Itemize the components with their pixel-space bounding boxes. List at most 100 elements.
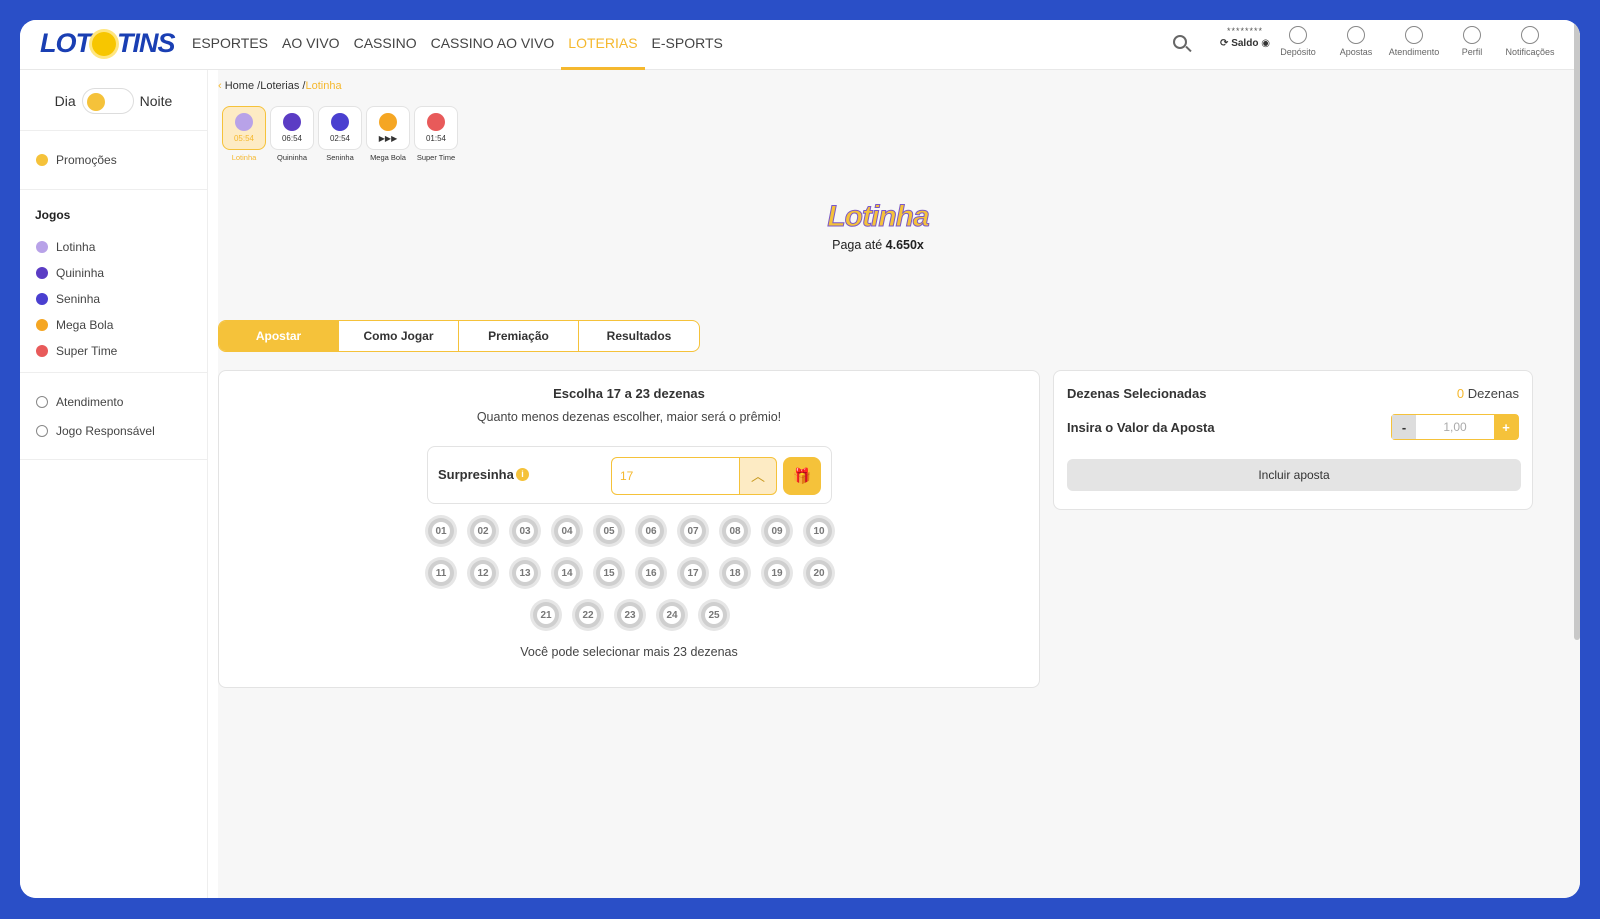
header-bell[interactable]: Notificações: [1504, 26, 1556, 57]
night-label: Noite: [139, 93, 173, 109]
nav-cassino[interactable]: CASSINO: [347, 20, 424, 70]
number-ball[interactable]: 14: [554, 560, 580, 586]
surpresinha-label: Surpresinha: [438, 467, 514, 482]
number-label: 09: [768, 522, 786, 540]
back-chevron-icon[interactable]: ‹: [218, 80, 222, 92]
game-tile-super-time[interactable]: 01:54 Super Time: [414, 106, 458, 162]
value-stepper: - 1,00 +: [1391, 414, 1519, 440]
game-icon: [36, 267, 48, 279]
gift-icon[interactable]: 🎁: [783, 457, 821, 495]
tab-como-jogar[interactable]: Como Jogar: [339, 321, 459, 351]
tab-apostar[interactable]: Apostar: [219, 321, 339, 351]
minus-button[interactable]: -: [1392, 415, 1416, 439]
sidebar-item-support-1[interactable]: Jogo Responsável: [20, 416, 207, 445]
game-timer: 05:54: [233, 134, 255, 143]
pay-value: 4.650x: [885, 238, 924, 252]
number-ball[interactable]: 08: [722, 518, 748, 544]
nav-cassino-ao-vivo[interactable]: CASSINO AO VIVO: [424, 20, 562, 70]
sidebar-item-promocoes[interactable]: Promoções: [20, 147, 207, 173]
surpresinha-input[interactable]: [611, 457, 741, 495]
tab-resultados[interactable]: Resultados: [579, 321, 699, 351]
more-suffix: dezenas: [690, 645, 738, 659]
globe-icon: [36, 424, 48, 437]
number-ball[interactable]: 02: [470, 518, 496, 544]
nav-ao-vivo[interactable]: AO VIVO: [275, 20, 347, 70]
game-name: Mega Bola: [370, 153, 406, 162]
game-name: Super Time: [416, 153, 456, 162]
sidebar-item-support-0[interactable]: Atendimento: [20, 387, 207, 416]
bet-card: Escolha 17 a 23 dezenas Quanto menos dez…: [218, 370, 1040, 688]
number-label: 25: [705, 606, 723, 624]
number-ball[interactable]: 17: [680, 560, 706, 586]
game-tile-seninha[interactable]: 02:54 Seninha: [318, 106, 362, 162]
header-deposit[interactable]: Depósito: [1272, 26, 1324, 57]
theme-switch[interactable]: [81, 88, 134, 114]
include-bet-button[interactable]: Incluir aposta: [1067, 459, 1521, 491]
number-ball[interactable]: 24: [659, 602, 685, 628]
logo[interactable]: LOT TINS: [40, 28, 176, 59]
crumb-home[interactable]: Home: [225, 80, 254, 92]
number-ball[interactable]: 18: [722, 560, 748, 586]
number-ball[interactable]: 16: [638, 560, 664, 586]
number-label: 22: [579, 606, 597, 624]
number-ball[interactable]: 05: [596, 518, 622, 544]
header-bets[interactable]: Apostas: [1330, 26, 1382, 57]
logo-text-left: LOT: [40, 28, 92, 58]
header-support[interactable]: Atendimento: [1388, 26, 1440, 57]
crumb-loterias[interactable]: Loterias: [260, 80, 299, 92]
game-name: Seninha: [326, 153, 354, 162]
game-logo-icon: [427, 113, 445, 131]
number-label: 13: [516, 564, 534, 582]
game-logo-icon: [379, 113, 397, 131]
number-ball[interactable]: 15: [596, 560, 622, 586]
sidebar-item-lotinha[interactable]: Lotinha: [20, 234, 207, 260]
game-icon: [36, 241, 48, 253]
deposit-icon: [1289, 26, 1307, 44]
number-ball[interactable]: 04: [554, 518, 580, 544]
number-ball[interactable]: 22: [575, 602, 601, 628]
number-ball[interactable]: 06: [638, 518, 664, 544]
number-ball[interactable]: 21: [533, 602, 559, 628]
sidebar-game-label: Quininha: [56, 266, 105, 280]
number-ball[interactable]: 12: [470, 560, 496, 586]
plus-button[interactable]: +: [1494, 415, 1518, 439]
scrollbar[interactable]: [1574, 20, 1580, 640]
saldo-widget[interactable]: ******** ⟳ Saldo ◉: [1215, 26, 1275, 49]
main-nav: ESPORTES AO VIVO CASSINO CASSINO AO VIVO LOT…: [185, 20, 730, 70]
number-ball[interactable]: 25: [701, 602, 727, 628]
info-icon[interactable]: i: [516, 468, 529, 481]
number-ball[interactable]: 20: [806, 560, 832, 586]
number-ball[interactable]: 10: [806, 518, 832, 544]
number-ball[interactable]: 19: [764, 560, 790, 586]
number-row: 21 22 23 24 25: [425, 602, 835, 628]
number-label: 03: [516, 522, 534, 540]
more-count: 23: [673, 645, 688, 659]
number-ball[interactable]: 01: [428, 518, 454, 544]
nav-loterias[interactable]: LOTERIAS: [561, 20, 645, 70]
number-ball[interactable]: 23: [617, 602, 643, 628]
selected-count-value: 0: [1456, 386, 1465, 401]
game-tile-lotinha[interactable]: 05:54 Lotinha: [222, 106, 266, 162]
game-tile-box: 05:54: [222, 106, 266, 150]
value-input[interactable]: 1,00: [1416, 420, 1494, 434]
nav-e-sports[interactable]: E-SPORTS: [645, 20, 730, 70]
search-icon[interactable]: [1173, 35, 1187, 49]
header-profile[interactable]: Perfil: [1446, 26, 1498, 57]
tab-premiação[interactable]: Premiação: [459, 321, 579, 351]
number-ball[interactable]: 09: [764, 518, 790, 544]
breadcrumb: ‹ Home /Loterias /Lotinha: [218, 80, 342, 92]
number-label: 04: [558, 522, 576, 540]
number-ball[interactable]: 13: [512, 560, 538, 586]
chevron-up-icon[interactable]: ︿: [739, 457, 777, 495]
sidebar-item-super-time[interactable]: Super Time: [20, 338, 207, 364]
number-ball[interactable]: 03: [512, 518, 538, 544]
sidebar-item-quininha[interactable]: Quininha: [20, 260, 207, 286]
nav-esportes[interactable]: ESPORTES: [185, 20, 275, 70]
number-ball[interactable]: 11: [428, 560, 454, 586]
game-tile-mega-bola[interactable]: ▶▶▶ Mega Bola: [366, 106, 410, 162]
number-ball[interactable]: 07: [680, 518, 706, 544]
sidebar-item-mega-bola[interactable]: Mega Bola: [20, 312, 207, 338]
game-tile-quininha[interactable]: 06:54 Quininha: [270, 106, 314, 162]
sidebar-item-seninha[interactable]: Seninha: [20, 286, 207, 312]
number-label: 19: [768, 564, 786, 582]
